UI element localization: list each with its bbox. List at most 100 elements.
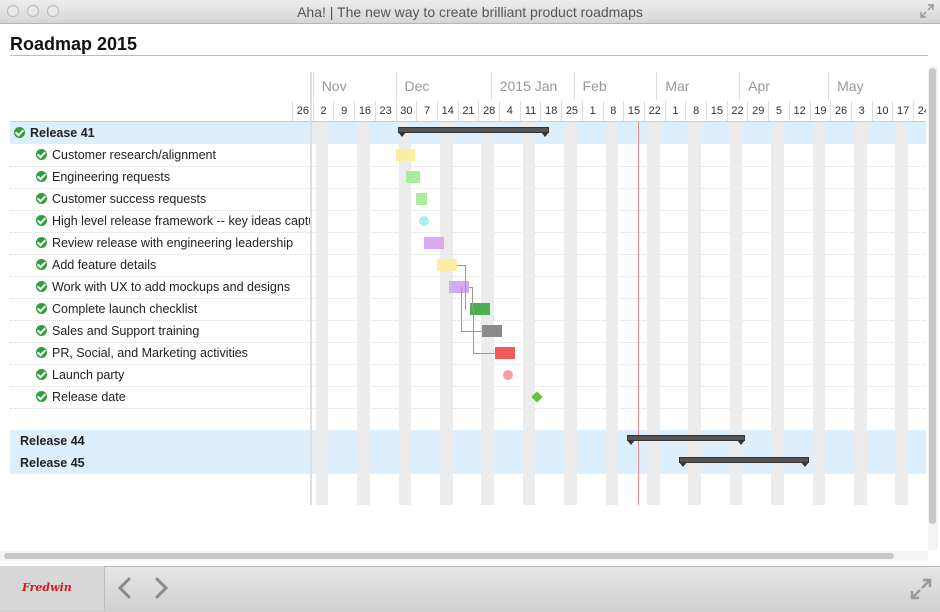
- week-label: 8: [685, 101, 706, 121]
- row-label: Engineering requests: [52, 170, 171, 184]
- milestone-circle[interactable]: [419, 216, 430, 226]
- timeline-area: Nov Dec 2015 Jan Feb Mar Apr May 26 2 9 16 23 30 7 14…: [10, 72, 926, 550]
- milestone-circle[interactable]: [503, 370, 514, 380]
- check-icon: [36, 325, 47, 336]
- check-icon: [36, 215, 47, 226]
- feature-row[interactable]: Add feature details: [36, 254, 310, 276]
- week-label: 16: [354, 101, 375, 121]
- month-divider: [739, 72, 741, 100]
- feature-bar[interactable]: [405, 171, 421, 183]
- month-divider: [573, 72, 575, 100]
- check-icon: [36, 149, 47, 160]
- release-bar[interactable]: [397, 127, 549, 137]
- week-label: 9: [333, 101, 354, 121]
- release-row[interactable]: Release 41: [14, 122, 306, 144]
- expand-icon[interactable]: [910, 578, 932, 600]
- feature-bar[interactable]: [416, 193, 427, 205]
- feature-row[interactable]: Complete launch checklist: [36, 298, 310, 320]
- feature-row[interactable]: Engineering requests: [36, 166, 310, 188]
- week-label: 15: [623, 101, 644, 121]
- row-label: Customer success requests: [52, 192, 207, 206]
- feature-row[interactable]: Customer success requests: [36, 188, 310, 210]
- week-label: 17: [892, 101, 913, 121]
- week-label: 5: [768, 101, 789, 121]
- week-label: 1: [664, 101, 686, 121]
- month-label: Dec: [404, 78, 430, 94]
- week-label: 11: [519, 101, 541, 121]
- week-label: 10: [871, 101, 893, 121]
- dependency-line: [473, 309, 496, 354]
- week-stripe: [812, 122, 826, 505]
- feature-row[interactable]: Review release with engineering leadersh…: [36, 232, 310, 254]
- today-marker: [637, 122, 639, 505]
- week-stripe: [564, 122, 577, 505]
- row-label: High level release framework -- key idea…: [52, 214, 310, 228]
- month-divider: [656, 72, 658, 100]
- month-divider: [312, 72, 314, 100]
- check-icon: [36, 237, 47, 248]
- feature-bar[interactable]: [436, 259, 457, 271]
- week-label: 14: [436, 101, 458, 121]
- window-titlebar: Aha! | The new way to create brilliant p…: [0, 0, 940, 24]
- week-stripe: [771, 122, 784, 505]
- release-bar[interactable]: [627, 435, 746, 445]
- gantt-chart: Nov Dec 2015 Jan Feb Mar Apr May 26 2 9 16 23 30 7 14…: [10, 72, 926, 550]
- row-label: Release 44: [20, 434, 85, 448]
- week-label: 22: [643, 101, 665, 121]
- feature-row[interactable]: Sales and Support training: [36, 320, 310, 342]
- feature-row[interactable]: Release date: [36, 386, 310, 408]
- week-stripe: [853, 122, 867, 505]
- chevron-right-icon[interactable]: [150, 576, 172, 600]
- week-label: 22: [726, 101, 748, 121]
- row-label: Review release with engineering leadersh…: [52, 236, 294, 250]
- week-stripe: [688, 122, 701, 505]
- week-label: 24: [913, 101, 926, 121]
- vertical-scroll-thumb[interactable]: [929, 68, 936, 524]
- row-label: Customer research/alignment: [52, 148, 216, 162]
- feature-row[interactable]: High level release framework -- key idea…: [36, 210, 310, 232]
- check-icon: [36, 193, 47, 204]
- week-label: 25: [561, 101, 582, 121]
- week-label: 15: [706, 101, 727, 121]
- week-stripe: [315, 122, 329, 505]
- week-label: 23: [374, 101, 396, 121]
- feature-row[interactable]: Customer research/alignment: [36, 144, 310, 166]
- release-row[interactable]: Release 44: [20, 430, 312, 452]
- row-label: Complete launch checklist: [52, 302, 198, 316]
- feature-bar[interactable]: [424, 237, 445, 249]
- feature-bar[interactable]: [494, 347, 515, 359]
- bottom-toolbar: [0, 566, 940, 612]
- week-stripe: [439, 122, 453, 505]
- feature-row[interactable]: PR, Social, and Marketing activities: [36, 342, 310, 364]
- title-divider: [10, 55, 928, 56]
- week-label: 4: [499, 101, 520, 121]
- check-icon: [36, 369, 47, 380]
- month-divider: [828, 72, 830, 100]
- feature-row[interactable]: Work with UX to add mockups and designs: [36, 276, 310, 298]
- row-label: Release date: [52, 390, 126, 404]
- check-icon: [36, 347, 47, 358]
- release-bar[interactable]: [679, 457, 810, 467]
- week-label: 28: [478, 101, 499, 121]
- horizontal-scroll-thumb[interactable]: [4, 553, 894, 559]
- week-label: 3: [850, 101, 872, 121]
- release-row[interactable]: Release 45: [20, 452, 312, 474]
- week-label: 2: [312, 101, 334, 121]
- week-stripe: [895, 122, 908, 505]
- month-label: Mar: [665, 78, 690, 94]
- feature-row[interactable]: Launch party: [36, 364, 310, 386]
- feature-bar[interactable]: [395, 149, 416, 161]
- logo: Fredwin: [22, 581, 72, 594]
- row-label: Add feature details: [52, 258, 157, 272]
- row-label: Launch party: [52, 368, 125, 382]
- row-label: Work with UX to add mockups and designs: [52, 280, 291, 294]
- week-label: 29: [747, 101, 768, 121]
- window-title: Aha! | The new way to create brilliant p…: [297, 4, 643, 20]
- week-stripe: [605, 122, 619, 505]
- chevron-left-icon[interactable]: [114, 576, 136, 600]
- check-icon: [14, 127, 25, 138]
- check-icon: [36, 171, 47, 182]
- month-label: May: [837, 78, 864, 94]
- week-label: 1: [581, 101, 603, 121]
- fullscreen-icon[interactable]: [920, 4, 934, 18]
